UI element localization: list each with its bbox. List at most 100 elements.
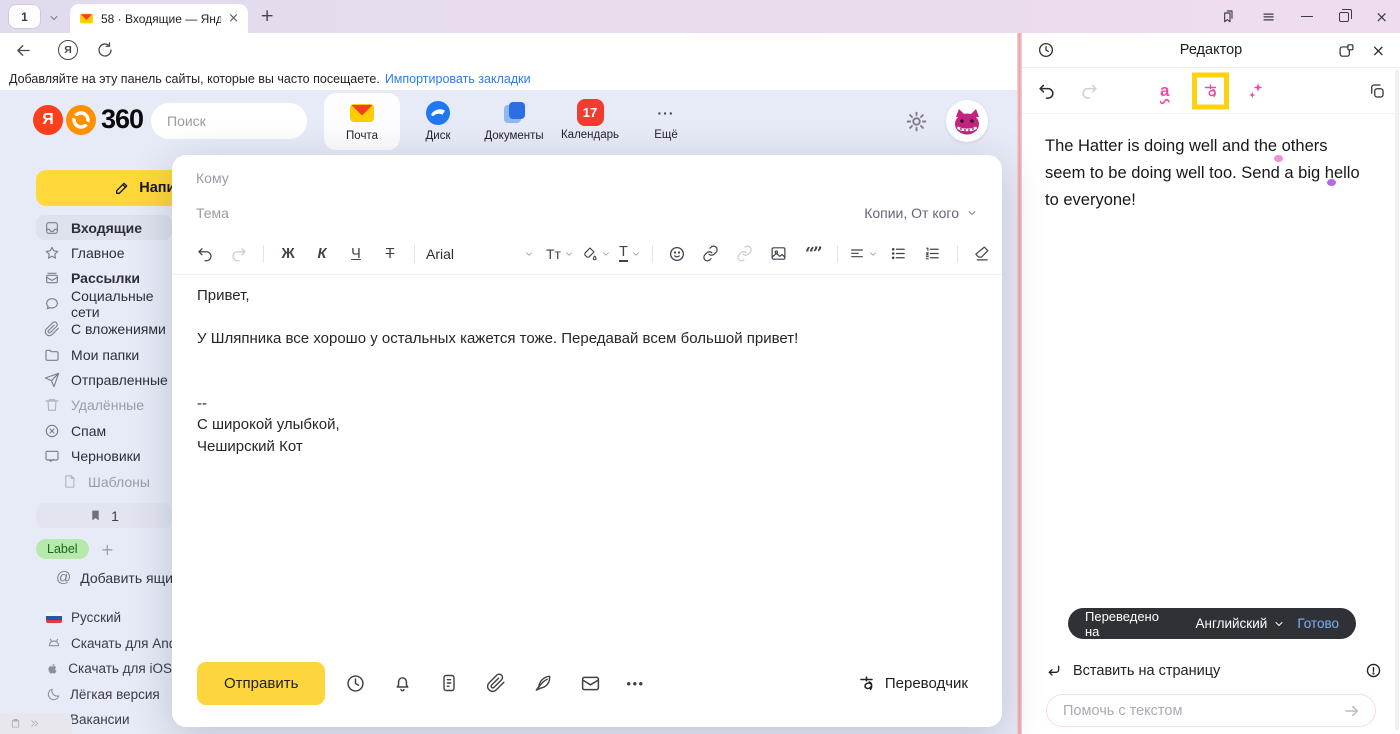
insert-image-icon[interactable] [766, 245, 792, 262]
attach-icon[interactable] [485, 673, 507, 693]
bullet-list-icon[interactable] [886, 245, 912, 262]
body-line: Привет, [197, 285, 962, 307]
strikethrough-button[interactable]: Т [377, 246, 403, 262]
copy-icon[interactable] [1368, 82, 1386, 100]
add-mailbox-link[interactable]: @ Добавить ящик [56, 569, 179, 586]
translator-toggle[interactable]: Переводчик [857, 674, 968, 693]
submit-arrow-icon[interactable] [1343, 702, 1361, 720]
sidebar-item-my-folders[interactable]: Мои папки [36, 342, 172, 367]
emoji-icon[interactable] [664, 245, 690, 263]
insert-on-page-action[interactable]: Вставить на страницу [1046, 662, 1382, 679]
yandex-home-icon[interactable]: Я [58, 40, 78, 60]
to-field[interactable] [196, 170, 978, 186]
panel-undo-icon[interactable] [1037, 81, 1056, 100]
window-minimize-button[interactable] [1301, 16, 1313, 17]
menu-icon[interactable]: ≡ [1262, 7, 1275, 26]
tab-list-chevron-icon[interactable] [48, 12, 60, 24]
ai-sparkles-icon[interactable] [1246, 81, 1266, 101]
text-color-select[interactable]: Т [619, 245, 641, 262]
refresh-icon[interactable] [96, 41, 114, 59]
sidebar-item-spam[interactable]: Спам [36, 418, 172, 443]
unlink-icon[interactable] [732, 245, 758, 262]
font-family-select[interactable]: Arial [426, 246, 538, 262]
eraser-icon[interactable] [969, 245, 995, 262]
label-tag[interactable]: Label [36, 539, 89, 559]
spellcheck-icon[interactable]: a [1160, 81, 1169, 101]
highlight-color-select[interactable] [582, 246, 611, 262]
at-sign-icon: @ [56, 569, 71, 586]
sidebar-item-drafts[interactable]: Черновики [36, 444, 172, 469]
browser-corner-widget[interactable] [0, 713, 72, 734]
panel-close-icon[interactable]: × [1372, 41, 1385, 60]
language-link[interactable]: Русский [0, 605, 172, 631]
signature-pen-icon[interactable] [532, 673, 554, 693]
panel-scrollbar[interactable] [1395, 70, 1399, 730]
window-close-button[interactable]: × [1375, 8, 1388, 26]
import-bookmarks-link[interactable]: Импортировать закладки [385, 72, 531, 86]
service-calendar[interactable]: 17 Календарь [552, 93, 628, 150]
ai-prompt-box[interactable] [1046, 694, 1376, 727]
underline-button[interactable]: Ч [343, 246, 369, 262]
bold-button[interactable]: Ж [275, 246, 301, 262]
send-button[interactable]: Отправить [197, 662, 325, 705]
side-panels-icon[interactable] [1220, 9, 1236, 25]
italic-button[interactable]: К [309, 246, 335, 262]
undo-icon[interactable] [192, 245, 218, 263]
user-avatar[interactable] [946, 100, 988, 142]
more-options-icon[interactable]: ••• [626, 676, 644, 691]
panel-redo-icon[interactable] [1080, 81, 1099, 100]
download-ios-link[interactable]: Скачать для iOS [0, 656, 172, 682]
tab-group-count[interactable]: 1 [9, 5, 40, 28]
translate-highlighted-icon[interactable] [1192, 72, 1229, 109]
quote-icon[interactable]: “” [800, 244, 826, 264]
sidebar-item-templates[interactable]: Шаблоны [36, 469, 172, 494]
bookmarked-messages[interactable]: 1 [36, 503, 172, 528]
font-size-select[interactable]: Tт [546, 246, 574, 262]
sidebar-item-inbox[interactable]: Входящие [36, 215, 172, 240]
open-in-window-icon[interactable] [1338, 42, 1355, 59]
notify-icon[interactable] [391, 673, 413, 694]
sidebar-item-deleted[interactable]: Удалённые [36, 393, 172, 418]
chevron-down-icon [524, 249, 534, 259]
link-icon[interactable] [698, 245, 724, 262]
tab-close-icon[interactable]: × [228, 11, 239, 26]
sidebar-item-main[interactable]: Главное [36, 240, 172, 265]
download-android-link[interactable]: Скачать для Android [0, 631, 172, 657]
service-more[interactable]: ··· Ещё [628, 93, 704, 150]
service-mail[interactable]: Почта [324, 93, 400, 150]
translated-text[interactable]: The Hatter is doing well and the others … [1045, 133, 1367, 214]
language-select[interactable]: Английский [1196, 616, 1286, 631]
template-icon[interactable] [438, 673, 460, 693]
tab-bar: 1 58 · Входящие — Яндек × + ≡ × [0, 0, 1400, 33]
browser-tab[interactable]: 58 · Входящие — Яндек × [70, 4, 248, 33]
service-disk[interactable]: Диск [400, 93, 476, 150]
sidebar-item-sent[interactable]: Отправленные [36, 367, 172, 392]
info-alert-icon[interactable] [1365, 662, 1382, 679]
search-box[interactable] [151, 103, 307, 139]
more-apps-icon: ··· [653, 99, 680, 126]
message-body[interactable]: Привет, У Шляпника все хорошо у остальны… [197, 285, 962, 457]
service-docs[interactable]: Документы [476, 93, 552, 150]
numbered-list-icon[interactable] [920, 245, 946, 262]
sidebar-item-social[interactable]: Социальные сети [36, 291, 172, 316]
schedule-send-icon[interactable] [344, 673, 366, 694]
redo-icon[interactable] [226, 245, 252, 263]
light-version-link[interactable]: Лёгкая версия [0, 682, 172, 708]
yandex-360-logo[interactable]: Я 360 [33, 104, 143, 135]
body-line [197, 307, 962, 329]
done-button[interactable]: Готово [1297, 616, 1339, 631]
align-select[interactable] [849, 246, 878, 262]
back-icon[interactable] [14, 41, 33, 60]
add-label-icon[interactable]: + [101, 540, 114, 559]
subject-field[interactable] [196, 205, 864, 221]
cc-from-toggle[interactable]: Копии, От кого [864, 205, 978, 221]
sidebar-item-attachments[interactable]: С вложениями [36, 317, 172, 342]
window-restore-button[interactable] [1339, 12, 1349, 22]
bookmarks-hint: Добавляйте на эту панель сайты, которые … [9, 72, 380, 86]
new-tab-button[interactable]: + [260, 6, 274, 26]
settings-gear-icon[interactable] [905, 110, 928, 133]
labels-row: Label + [36, 539, 114, 559]
ai-prompt-input[interactable] [1063, 703, 1343, 719]
envelope-icon[interactable] [579, 673, 601, 694]
search-input[interactable] [167, 113, 348, 129]
